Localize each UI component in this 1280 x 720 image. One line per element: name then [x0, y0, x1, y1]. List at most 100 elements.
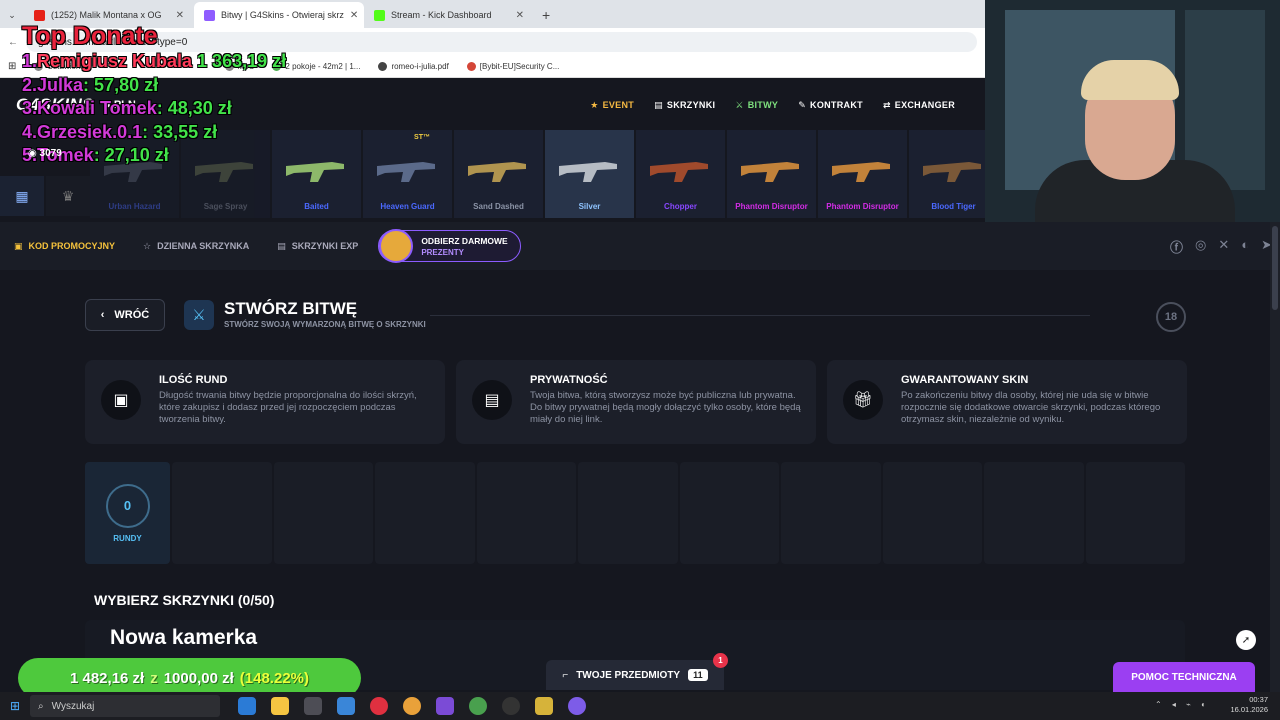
new-tab-button[interactable]: + [534, 2, 558, 28]
round-slot[interactable] [984, 462, 1084, 564]
case-item[interactable]: Phantom Disruptor [818, 130, 907, 218]
store-icon[interactable] [304, 697, 322, 715]
scrollbar[interactable] [1270, 222, 1280, 692]
your-items-button[interactable]: ⌐ TWOJE PRZEDMIOTY 11 1 [546, 653, 728, 690]
close-tab-icon[interactable]: ✕ [176, 10, 184, 21]
app-icon[interactable] [436, 697, 454, 715]
rounds-counter: 0 RUNDY [85, 462, 171, 564]
case-item[interactable]: ST™ Heaven Guard [363, 130, 452, 218]
search-label: Wyszukaj [51, 700, 95, 712]
donor-name: Julka [37, 74, 84, 95]
bookmark[interactable]: romeo-i-julia.pdf [378, 62, 449, 71]
swords-icon: ⚔ [735, 99, 744, 110]
close-tab-icon[interactable]: ✕ [516, 10, 524, 21]
taskbar-clock[interactable]: 00:37 16.01.2026 [1230, 695, 1268, 715]
opera-icon[interactable] [370, 697, 388, 715]
daily-case-link[interactable]: ☆ DZIENNA SKRZYNKA [143, 241, 249, 252]
kick-icon [374, 9, 385, 21]
round-slot[interactable] [1085, 462, 1186, 564]
back-label: WRÓĆ [114, 309, 150, 321]
round-slot[interactable] [882, 462, 983, 564]
apps-grid-icon[interactable]: ⊞ [8, 61, 16, 72]
discord-icon[interactable]: ◐ [1241, 237, 1249, 256]
tab-kick[interactable]: Stream - Kick Dashboard ✕ [364, 2, 534, 28]
promo-code-link[interactable]: ▣ KOD PROMOCYJNY [14, 241, 115, 252]
nav-skrzynki[interactable]: ▤ SKRZYNKI [654, 100, 715, 111]
support-button[interactable]: POMOC TECHNICZNA [1113, 662, 1255, 692]
back-arrow-icon[interactable]: ← [8, 37, 18, 48]
case-item[interactable]: Chopper [636, 130, 725, 218]
windows-start-icon[interactable]: ⊞ [0, 699, 30, 713]
box-icon: ▣ [101, 380, 141, 420]
chrome-icon[interactable] [469, 697, 487, 715]
tab-search-icon[interactable]: ⌄ [0, 2, 24, 28]
notification-badge: 1 [713, 653, 728, 668]
system-tray[interactable]: ⌃ ◂ ⌁ ◐ [1155, 700, 1210, 709]
explorer-icon[interactable] [271, 697, 289, 715]
camera-label: Nowa kamerka [110, 626, 258, 649]
case-name: Baited [304, 202, 329, 211]
nav-event[interactable]: ★ EVENT [590, 100, 634, 111]
case-name: Sand Dashed [473, 202, 524, 211]
weapon-skin-image [921, 152, 986, 188]
round-slot[interactable] [375, 462, 475, 564]
round-slot[interactable] [578, 462, 678, 564]
case-name: Phantom Disruptor [826, 202, 899, 211]
case-item[interactable]: Sand Dashed [454, 130, 543, 218]
case-name: Chopper [664, 202, 697, 211]
daily-label: DZIENNA SKRZYNKA [157, 241, 250, 251]
goal-target: 1000,00 zł [163, 669, 234, 687]
mail-icon[interactable] [337, 697, 355, 715]
info-card-guaranteed: 🎁︎ GWARANTOWANY SKIN Po zakończeniu bitw… [827, 360, 1187, 444]
close-tab-icon[interactable]: ✕ [350, 10, 358, 21]
page-title: STWÓRZ BITWĘ [224, 299, 358, 318]
case-item[interactable]: Phantom Disruptor [727, 130, 816, 218]
round-slot[interactable] [273, 462, 374, 564]
facebook-icon[interactable]: ⓕ [1170, 237, 1183, 256]
round-slot[interactable] [476, 462, 577, 564]
youtube-icon [34, 9, 45, 21]
round-slot[interactable] [679, 462, 780, 564]
bookmark-label: 2 pokoje - 42m2 | 1... [285, 62, 361, 71]
info-card-privacy: ▤ PRYWATNOŚĆ Twoja bitwa, którą stworzys… [456, 360, 816, 444]
taskbar-search[interactable]: ⌕ Wyszukaj [30, 695, 220, 717]
items-label: TWOJE PRZEDMIOTY [576, 669, 681, 681]
taskbar-apps [238, 697, 586, 715]
weapon-skin-image [648, 152, 713, 188]
donor-row: 4.Grzesiek.0.1: 33,55 zł [22, 121, 286, 145]
case-name: Urban Hazard [108, 202, 161, 211]
age-badge: 18 [1156, 302, 1186, 332]
x-icon[interactable]: ✕ [1218, 237, 1229, 256]
chrome-icon[interactable] [403, 697, 421, 715]
back-button[interactable]: ‹ WRÓĆ [85, 299, 165, 331]
nav-exchanger[interactable]: ⇄ EXCHANGER [883, 100, 955, 111]
case-item[interactable]: Silver [545, 130, 634, 218]
round-slot[interactable] [172, 462, 272, 564]
battle-create-page: ‹ WRÓĆ ⚔ STWÓRZ BITWĘ STWÓRZ SWOJĄ WYMARZ… [0, 270, 1280, 692]
exchange-icon: ⇄ [882, 99, 891, 110]
case-name: Sage Spray [203, 202, 248, 211]
donor-rank: 3. [22, 98, 38, 118]
donor-row: 1.Remigiusz Kubala 1 363,19 zł [22, 50, 286, 74]
scrollbar-thumb[interactable] [1272, 226, 1278, 310]
grid-view-icon[interactable]: ▦ [0, 176, 44, 216]
obs-icon[interactable] [502, 697, 520, 715]
exp-cases-link[interactable]: ▤ SKRZYNKI EXP [277, 241, 358, 252]
round-slot[interactable] [781, 462, 881, 564]
nav-kontrakt[interactable]: ✎ KONTRAKT [798, 100, 863, 111]
chevron-left-icon: ‹ [100, 309, 105, 321]
case-name: Heaven Guard [380, 202, 435, 211]
rocket-icon[interactable]: ➚ [1236, 630, 1256, 650]
gift-icon: 🎁︎ [843, 380, 883, 420]
promo-label: KOD PROMOCYJNY [28, 241, 116, 251]
crown-icon[interactable]: ♛ [46, 176, 90, 216]
app-icon[interactable] [535, 697, 553, 715]
instagram-icon[interactable]: ◎ [1195, 237, 1206, 256]
bookmark[interactable]: [Bybit-EU]Security C... [466, 62, 559, 71]
donor-name: Grzesiek.0.1 [37, 121, 143, 142]
free-gifts-button[interactable]: ODBIERZ DARMOWE PREZENTY [378, 229, 521, 263]
edge-icon[interactable] [238, 697, 256, 715]
app-icon[interactable] [568, 697, 586, 715]
nav-bitwy[interactable]: ⚔ BITWY [735, 100, 778, 111]
nav-label: BITWY [747, 100, 779, 110]
